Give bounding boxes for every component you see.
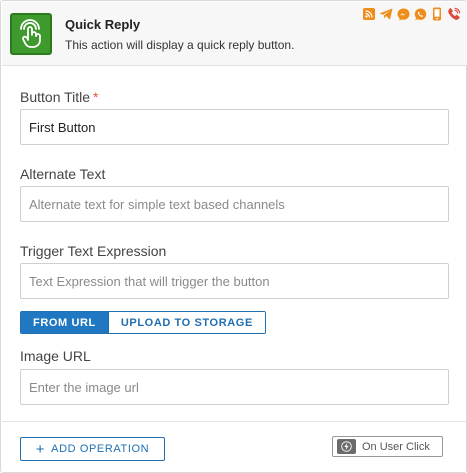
button-title-input[interactable]	[20, 109, 449, 145]
button-title-label: Button Title *	[20, 89, 99, 105]
add-operation-button[interactable]: + ADD OPERATION	[20, 437, 165, 461]
trigger-chip[interactable]: On User Click	[332, 436, 443, 457]
required-mark: *	[93, 89, 99, 105]
rss-icon	[362, 7, 376, 21]
image-url-label: Image URL	[20, 348, 91, 364]
image-url-input[interactable]	[20, 369, 449, 405]
image-source-toggle: FROM URL UPLOAD TO STORAGE	[20, 311, 266, 334]
trigger-label: On User Click	[362, 440, 430, 453]
plus-icon: +	[35, 440, 46, 458]
alternate-text-label: Alternate Text	[20, 166, 106, 182]
footer-divider	[2, 421, 467, 422]
trigger-expression-label: Trigger Text Expression	[20, 243, 167, 259]
action-header: Quick Reply This action will display a q…	[2, 2, 467, 66]
upload-to-storage-tab[interactable]: UPLOAD TO STORAGE	[107, 312, 265, 333]
alternate-text-input[interactable]	[20, 186, 449, 222]
action-description: This action will display a quick reply b…	[65, 38, 295, 52]
channel-icons	[362, 7, 461, 21]
messenger-icon	[396, 7, 410, 21]
whatsapp-icon	[413, 7, 427, 21]
add-operation-label: ADD OPERATION	[51, 443, 150, 455]
trigger-expression-input[interactable]	[20, 263, 449, 299]
action-title: Quick Reply	[65, 17, 141, 32]
sms-phone-icon	[430, 7, 444, 21]
touch-tap-icon	[10, 13, 52, 55]
lightning-icon	[337, 439, 356, 454]
button-title-label-text: Button Title	[20, 89, 91, 105]
phone-call-icon	[447, 7, 461, 21]
telegram-icon	[379, 7, 393, 21]
quick-reply-panel: Quick Reply This action will display a q…	[0, 0, 467, 473]
from-url-tab[interactable]: FROM URL	[21, 312, 108, 333]
